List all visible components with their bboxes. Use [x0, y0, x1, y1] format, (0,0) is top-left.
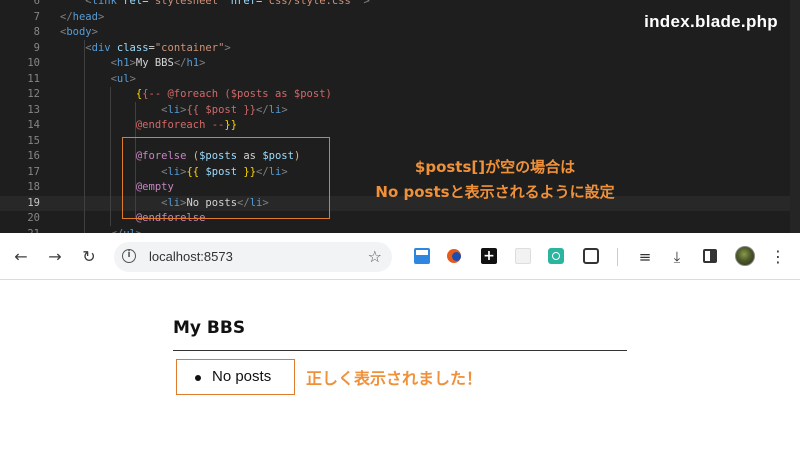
url-text[interactable]: localhost:8573: [149, 242, 233, 272]
web-page: My BBS No posts 正しく表示されました！: [0, 280, 800, 468]
download-icon[interactable]: ⤓: [667, 246, 687, 268]
forward-arrow-icon[interactable]: →: [44, 246, 66, 268]
extension-icon[interactable]: [414, 248, 430, 264]
extensions-puzzle-icon[interactable]: [583, 248, 599, 264]
code-editor: 6 <link rel="stylesheet" href="css/style…: [0, 0, 800, 233]
reload-icon[interactable]: ↻: [78, 246, 100, 268]
profile-avatar[interactable]: [735, 246, 755, 266]
code-text: {{-- @foreach ($posts as $post): [135, 88, 332, 100]
line-number: 11: [27, 72, 40, 85]
line-number: 18: [27, 181, 40, 193]
code-line[interactable]: 12 {{-- @foreach ($posts as $post): [0, 87, 790, 103]
browser-toolbar: ← → ↻ i localhost:8573 ☆ + ≡ ⤓ ⋮: [0, 234, 800, 280]
code-line[interactable]: 13 <li>{{ $post }}</li>: [0, 103, 790, 119]
code-line[interactable]: 9 <div class="container">: [0, 41, 790, 57]
more-menu-icon[interactable]: ⋮: [770, 246, 786, 268]
side-panel-icon[interactable]: [703, 249, 717, 263]
line-number: 12: [27, 88, 40, 100]
reading-list-icon[interactable]: ≡: [635, 246, 655, 268]
line-number: 8: [33, 26, 40, 38]
line-number: 16: [27, 150, 40, 162]
editor-scrollbar[interactable]: [790, 0, 800, 233]
list-bullet: [195, 375, 201, 381]
code-text: <body>: [60, 26, 98, 38]
code-line[interactable]: 6 <link rel="stylesheet" href="css/style…: [0, 0, 790, 10]
browser-window: ← → ↻ i localhost:8573 ☆ + ≡ ⤓ ⋮ My BBS …: [0, 234, 800, 468]
editor-annotation-line: $posts[]が空の場合は: [414, 158, 576, 176]
line-number: 15: [27, 134, 40, 147]
address-bar[interactable]: i localhost:8573 ☆: [114, 242, 392, 272]
heading-divider: [173, 350, 627, 351]
line-number: 9: [33, 41, 40, 54]
toolbar-divider: [617, 248, 618, 266]
back-arrow-icon[interactable]: ←: [10, 246, 32, 268]
line-number: 14: [27, 119, 40, 131]
code-line[interactable]: 15: [0, 134, 790, 150]
forelse-highlight-box: [122, 137, 330, 219]
code-text: <div class="container">: [85, 41, 231, 54]
site-info-icon[interactable]: i: [122, 249, 136, 263]
line-number: 17: [27, 165, 40, 178]
code-line[interactable]: 11 <ul>: [0, 72, 790, 88]
indent-guide: [110, 87, 111, 226]
editor-annotation: $posts[]が空の場合は No postsと表示されるように設定: [340, 155, 650, 205]
indent-guide: [84, 40, 85, 233]
code-text: <link rel="stylesheet" href="css/style.c…: [60, 0, 370, 7]
line-number: 7: [33, 10, 40, 23]
filename-label: index.blade.php: [644, 12, 778, 31]
extension-icon[interactable]: +: [481, 248, 497, 264]
browser-annotation: 正しく表示されました！: [306, 369, 483, 388]
code-text: </head>: [60, 10, 105, 23]
bookmark-star-icon[interactable]: ☆: [368, 242, 382, 272]
code-line[interactable]: 14 @endforeach --}}: [0, 118, 790, 134]
code-text: <li>{{ $post }}</li>: [161, 103, 288, 116]
extension-icon[interactable]: [548, 248, 564, 264]
list-item: No posts: [212, 368, 272, 385]
page-title: My BBS: [173, 318, 246, 338]
line-number: 19: [27, 196, 40, 209]
list-highlight-box: No posts: [176, 359, 295, 395]
editor-annotation-line: No postsと表示されるように設定: [375, 183, 615, 201]
line-number: 6: [33, 0, 40, 7]
line-number: 10: [27, 57, 40, 69]
code-text: <h1>My BBS</h1>: [110, 57, 206, 69]
line-number: 20: [27, 212, 40, 224]
code-line[interactable]: 21 </ul>: [0, 227, 790, 234]
code-text: <ul>: [110, 72, 136, 85]
code-line[interactable]: 20 @endforelse: [0, 211, 790, 227]
code-line[interactable]: 10 <h1>My BBS</h1>: [0, 56, 790, 72]
line-number: 13: [27, 103, 40, 116]
extension-icon[interactable]: [515, 248, 531, 264]
code-text: </ul>: [60, 227, 143, 234]
line-number: 21: [0, 227, 40, 234]
extension-icon[interactable]: [447, 248, 463, 264]
code-text: @endforeach --}}: [135, 119, 238, 131]
